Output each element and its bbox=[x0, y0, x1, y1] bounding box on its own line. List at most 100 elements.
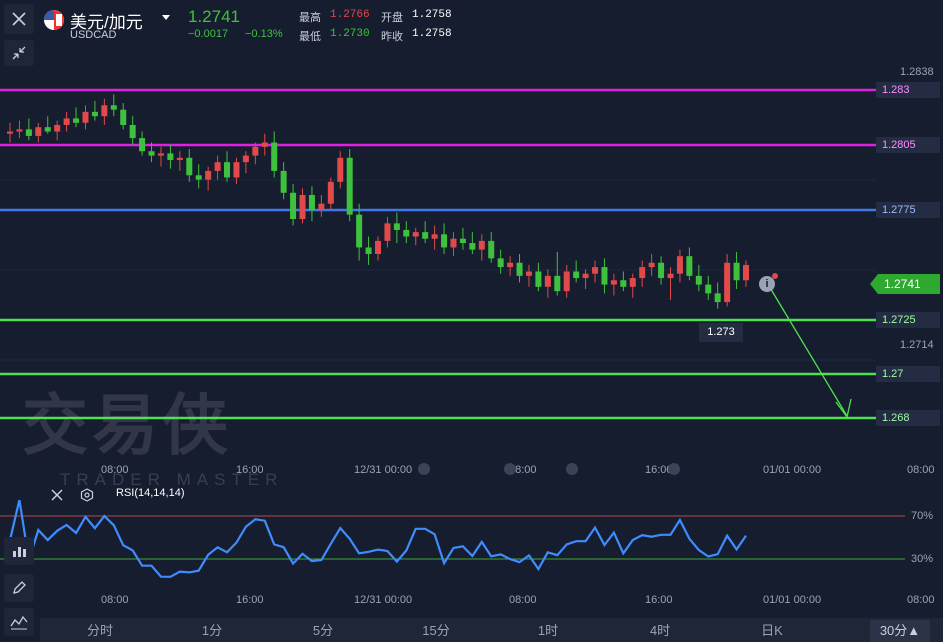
trend-line-icon bbox=[10, 615, 28, 630]
candle-body bbox=[450, 238, 457, 248]
candle-body bbox=[422, 232, 429, 239]
event-marker-icon[interactable] bbox=[566, 463, 578, 475]
symbol-code: USDCAD bbox=[70, 29, 117, 41]
chart-app: 美元/加元 USDCAD 1.2741 −0.0017 −0.13% 最高 1.… bbox=[0, 0, 943, 642]
rsi-chart[interactable] bbox=[0, 500, 943, 590]
currency-flags-icon bbox=[44, 10, 64, 30]
time-label: 08:00 bbox=[907, 464, 935, 476]
time-label: 16:00 bbox=[236, 464, 264, 476]
candle-body bbox=[393, 223, 400, 230]
event-marker-icon[interactable] bbox=[668, 463, 680, 475]
candle-body bbox=[195, 175, 202, 180]
time-label: 12/31 00:00 bbox=[354, 594, 413, 606]
interval-tab[interactable]: 30分▲ bbox=[870, 620, 930, 642]
prev-close-label: 昨收 bbox=[381, 31, 403, 43]
event-marker-icon[interactable] bbox=[418, 463, 430, 475]
candle-body bbox=[63, 118, 70, 125]
indicator-button[interactable] bbox=[4, 537, 34, 565]
line-tool-button[interactable] bbox=[4, 608, 34, 636]
interval-tab[interactable]: 1时 bbox=[508, 620, 588, 642]
candle-body bbox=[252, 146, 259, 156]
level-label: 1.2775 bbox=[876, 202, 940, 218]
candle-body bbox=[16, 129, 23, 132]
interval-tab[interactable]: 5分 bbox=[283, 620, 363, 642]
candle-body bbox=[318, 203, 325, 211]
candle-body bbox=[743, 264, 749, 281]
interval-tab[interactable]: 日K bbox=[732, 620, 812, 642]
candle-body bbox=[233, 162, 240, 178]
candle-body bbox=[516, 262, 523, 276]
candle-body bbox=[271, 142, 278, 171]
candle-body bbox=[676, 256, 683, 274]
candle-body bbox=[25, 129, 32, 136]
event-marker-icon[interactable] bbox=[504, 463, 516, 475]
low-value: 1.2730 bbox=[330, 28, 370, 40]
candle-body bbox=[431, 234, 438, 239]
interval-tab[interactable]: 1分 bbox=[172, 620, 252, 642]
draw-button[interactable] bbox=[4, 574, 34, 602]
candle-body bbox=[478, 240, 485, 250]
candle-body bbox=[205, 170, 212, 180]
candle-body bbox=[686, 256, 693, 276]
chevron-down-icon[interactable] bbox=[161, 14, 171, 22]
candle-body bbox=[148, 151, 155, 156]
candle-body bbox=[327, 181, 334, 204]
candle-body bbox=[714, 293, 721, 303]
candle-body bbox=[724, 262, 731, 303]
candle-body bbox=[705, 284, 712, 294]
shrink-arrows-icon bbox=[12, 46, 26, 60]
candle-body bbox=[129, 124, 136, 139]
candle-body bbox=[554, 275, 561, 292]
candle-body bbox=[139, 138, 146, 152]
candle-body bbox=[242, 155, 249, 163]
time-label: 08:00 bbox=[907, 594, 935, 606]
time-label: 01/01 00:00 bbox=[763, 594, 822, 606]
candle-body bbox=[157, 153, 164, 156]
candle-body bbox=[261, 142, 268, 147]
candle-body bbox=[695, 275, 702, 285]
candle-body bbox=[308, 194, 315, 211]
candle-body bbox=[658, 262, 665, 279]
interval-tab[interactable]: 分时 bbox=[60, 620, 140, 642]
candle-body bbox=[525, 271, 532, 276]
pencil-icon bbox=[13, 581, 26, 594]
candle-body bbox=[35, 127, 42, 136]
candle-body bbox=[384, 223, 391, 241]
level-label: 1.283 bbox=[876, 82, 940, 98]
time-label: 16:00 bbox=[236, 594, 264, 606]
interval-tab[interactable]: 4时 bbox=[620, 620, 700, 642]
low-annotation: 1.273 bbox=[699, 323, 743, 342]
last-price: 1.2741 bbox=[188, 7, 240, 26]
candle-body bbox=[337, 157, 344, 182]
rsi-lower-label: 30% bbox=[911, 553, 934, 565]
high-value: 1.2766 bbox=[330, 9, 370, 21]
candle-body bbox=[54, 124, 61, 132]
candle-body bbox=[346, 157, 353, 215]
candle-body bbox=[544, 275, 551, 287]
level-label: 1.268 bbox=[876, 410, 940, 426]
price-change: −0.0017 bbox=[188, 28, 229, 40]
candle-body bbox=[469, 243, 476, 250]
candle-body bbox=[648, 262, 655, 268]
time-label: 01/01 00:00 bbox=[763, 464, 822, 476]
candle-body bbox=[365, 247, 372, 254]
forecast-arrow bbox=[768, 285, 848, 417]
candle-body bbox=[733, 262, 740, 281]
candle-body bbox=[44, 127, 51, 132]
low-label: 最低 bbox=[299, 31, 321, 43]
interval-tab[interactable]: 15分 bbox=[396, 620, 476, 642]
candle-body bbox=[91, 111, 98, 117]
candle-body bbox=[224, 162, 231, 178]
rsi-upper-label: 70% bbox=[911, 510, 934, 522]
time-label: 12/31 00:00 bbox=[354, 464, 413, 476]
candle-body bbox=[497, 258, 504, 268]
candle-body bbox=[573, 271, 580, 279]
close-button[interactable] bbox=[4, 4, 34, 34]
candle-body bbox=[82, 111, 89, 123]
level-label: 1.2725 bbox=[876, 312, 940, 328]
rsi-line bbox=[8, 500, 747, 578]
candle-body bbox=[73, 118, 80, 123]
candle-body bbox=[610, 280, 617, 285]
time-label: 08:00 bbox=[101, 594, 129, 606]
candle-body bbox=[563, 271, 570, 292]
